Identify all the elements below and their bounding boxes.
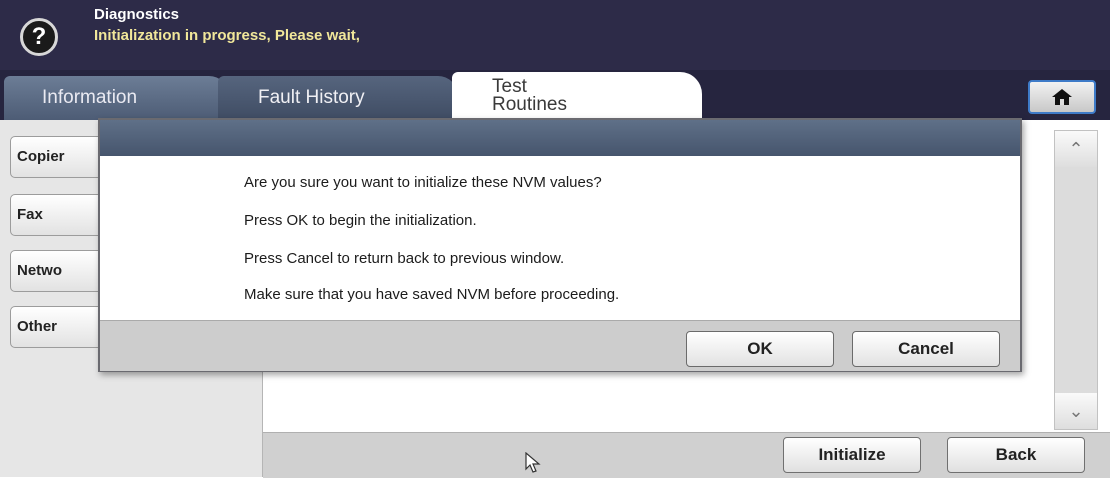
ok-button[interactable]: OK bbox=[686, 331, 834, 367]
question-mark-icon[interactable]: ? bbox=[20, 18, 58, 56]
mouse-cursor-icon bbox=[525, 452, 541, 473]
confirm-dialog: Are you sure you want to initialize thes… bbox=[98, 118, 1022, 372]
home-button[interactable] bbox=[1028, 80, 1096, 114]
initialize-button[interactable]: Initialize bbox=[783, 437, 921, 473]
page-title: Diagnostics bbox=[94, 6, 180, 23]
chevron-up-icon[interactable]: ⌃ bbox=[1055, 131, 1097, 167]
dialog-footer: OK Cancel bbox=[100, 320, 1020, 371]
tab-bar: Information Fault History Test Routines bbox=[0, 70, 1110, 120]
action-bar: Initialize Back bbox=[263, 432, 1110, 478]
back-button[interactable]: Back bbox=[947, 437, 1085, 473]
dialog-line-3: Press Cancel to return back to previous … bbox=[244, 250, 565, 267]
scrollbar[interactable]: ⌃ ⌄ bbox=[1054, 130, 1098, 430]
dialog-line-2: Press OK to begin the initialization. bbox=[244, 212, 477, 229]
tab-information[interactable]: Information bbox=[4, 76, 229, 120]
header-bar: ? Diagnostics Initialization in progress… bbox=[0, 0, 1110, 70]
cancel-button[interactable]: Cancel bbox=[852, 331, 1000, 367]
tab-test-routines-label-line2: Routines bbox=[492, 94, 567, 115]
chevron-down-icon[interactable]: ⌄ bbox=[1055, 393, 1097, 429]
status-message: Initialization in progress, Please wait, bbox=[94, 27, 360, 44]
tab-fault-history[interactable]: Fault History bbox=[218, 76, 458, 120]
tab-test-routines[interactable]: Test Routines bbox=[452, 72, 702, 120]
dialog-line-1: Are you sure you want to initialize thes… bbox=[244, 174, 602, 191]
dialog-titlebar bbox=[100, 120, 1020, 156]
home-icon bbox=[1052, 89, 1072, 105]
dialog-line-4: Make sure that you have saved NVM before… bbox=[244, 286, 620, 303]
